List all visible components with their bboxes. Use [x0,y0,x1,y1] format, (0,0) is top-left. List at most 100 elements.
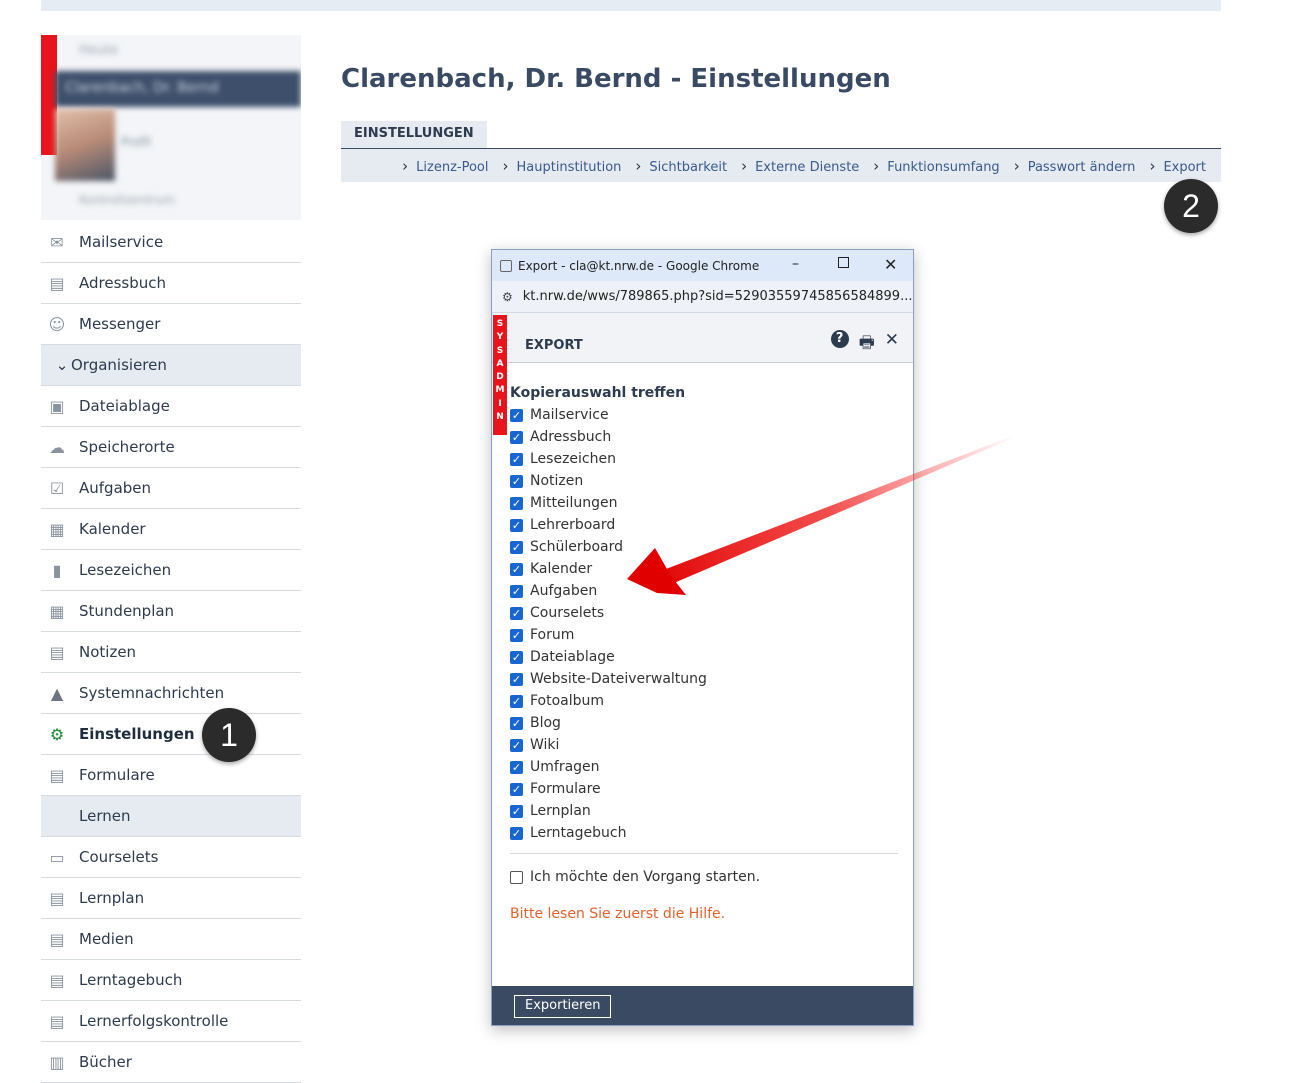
option-checkbox[interactable]: ✓ [510,738,523,752]
tab-einstellungen[interactable]: EINSTELLUNGEN [341,121,487,148]
option-row[interactable]: ✓ Lerntagebuch [510,822,900,844]
sidebar-item-medien[interactable]: ▤ Medien [41,919,301,960]
option-checkbox[interactable]: ✓ [510,804,523,818]
sidebar-item-lernen[interactable]: Lernen [41,796,301,837]
sidebar-item-formulare[interactable]: ▤ Formulare [41,755,301,796]
subnav-link[interactable]: Lizenz-Pool [402,157,488,175]
option-row[interactable]: ✓ Formulare [510,778,900,800]
option-checkbox[interactable]: ✓ [510,606,523,620]
sidebar-item-courselets[interactable]: ▭ Courselets [41,837,301,878]
confirm-checkbox[interactable] [510,870,523,884]
option-row[interactable]: ✓ Lernplan [510,800,900,822]
option-row[interactable]: ✓ Lesezeichen [510,448,900,470]
option-row[interactable]: ✓ Forum [510,624,900,646]
help-hint: Bitte lesen Sie zuerst die Hilfe. [510,906,726,922]
profile-name[interactable]: Clarenbach, Dr. Bernd [55,71,301,107]
option-row[interactable]: ✓ Mailservice [510,404,900,426]
option-checkbox[interactable]: ✓ [510,628,523,642]
popup-titlebar: Export - cla@kt.nrw.de - Google Chrome –… [492,250,913,281]
option-row[interactable]: ✓ Adressbuch [510,426,900,448]
option-checkbox[interactable]: ✓ [510,782,523,796]
option-checkbox[interactable]: ✓ [510,474,523,488]
option-checkbox[interactable]: ✓ [510,540,523,554]
option-checkbox[interactable]: ✓ [510,452,523,466]
subnav-link[interactable]: Hauptinstitution [502,157,621,175]
option-label: Mitteilungen [530,495,618,511]
subnav-link[interactable]: Funktionsumfang [873,157,999,175]
option-checkbox[interactable]: ✓ [510,584,523,598]
option-checkbox[interactable]: ✓ [510,408,523,422]
close-icon[interactable]: ✕ [885,330,899,359]
profile-link[interactable]: Kontrollzentrum [79,193,175,207]
sidebar-item-einstellungen[interactable]: ⚙ Einstellungen [41,714,301,755]
url-text[interactable]: kt.nrw.de/wws/789865.php?sid=52903559745… [523,289,913,304]
option-row[interactable]: ✓ Schülerboard [510,536,900,558]
option-checkbox[interactable]: ✓ [510,518,523,532]
help-icon[interactable]: ? [830,330,849,348]
warning-icon: ▲ [50,683,64,703]
confirm-checkbox-row[interactable]: Ich möchte den Vorgang starten. [510,866,900,888]
sidebar-item-organisieren[interactable]: ⌄ Organisieren [41,345,301,386]
subnav-link[interactable]: Passwort ändern [1014,157,1136,175]
maximize-icon[interactable] [838,257,849,268]
sidebar-item-label: Lernplan [79,889,145,907]
minimize-icon[interactable]: – [792,256,799,272]
option-row[interactable]: ✓ Kalender [510,558,900,580]
sidebar-item-lernerfolgskontrolle[interactable]: ▤ Lernerfolgskontrolle [41,1001,301,1042]
sidebar-item-lerntagebuch[interactable]: ▤ Lerntagebuch [41,960,301,1001]
option-row[interactable]: ✓ Lehrerboard [510,514,900,536]
option-row[interactable]: ✓ Website-Dateiverwaltung [510,668,900,690]
sidebar-item-systemnachrichten[interactable]: ▲ Systemnachrichten [41,673,301,714]
sidebar-item-notizen[interactable]: ▤ Notizen [41,632,301,673]
option-checkbox[interactable]: ✓ [510,430,523,444]
export-button[interactable]: Exportieren [514,995,612,1018]
option-label: Lerntagebuch [530,825,627,841]
option-row[interactable]: ✓ Mitteilungen [510,492,900,514]
option-label: Courselets [530,605,605,621]
sidebar-item-label: Systemnachrichten [79,684,225,702]
sidebar-item-lesezeichen[interactable]: ▮ Lesezeichen [41,550,301,591]
site-settings-icon[interactable]: ⚙ [502,290,513,304]
sidebar-item-kalender[interactable]: ▦ Kalender [41,509,301,550]
option-checkbox[interactable]: ✓ [510,562,523,576]
option-row[interactable]: ✓ Umfragen [510,756,900,778]
sidebar-item-mailservice[interactable]: ✉ Mailservice [41,222,301,263]
option-checkbox[interactable]: ✓ [510,650,523,664]
sidebar-item-stundenplan[interactable]: ▦ Stundenplan [41,591,301,632]
subnav-link[interactable]: Export [1149,157,1206,175]
option-row[interactable]: ✓ Fotoalbum [510,690,900,712]
confirm-label: Ich möchte den Vorgang starten. [530,869,761,885]
address-bar[interactable]: ⚙ kt.nrw.de/wws/789865.php?sid=529035597… [492,281,913,313]
option-row[interactable]: ✓ Dateiablage [510,646,900,668]
profile-status[interactable]: Profil [121,135,151,149]
option-row[interactable]: ✓ Blog [510,712,900,734]
popup-window-title: Export - cla@kt.nrw.de - Google Chrome [518,258,760,273]
sidebar-item-label: Messenger [79,315,161,333]
option-row[interactable]: ✓ Wiki [510,734,900,756]
option-checkbox[interactable]: ✓ [510,716,523,730]
option-label: Blog [530,715,561,731]
sidebar-item-bücher[interactable]: ▥ Bücher [41,1042,301,1083]
option-checkbox[interactable]: ✓ [510,496,523,510]
sidebar-item-speicherorte[interactable]: ☁ Speicherorte [41,427,301,468]
option-checkbox[interactable]: ✓ [510,694,523,708]
subnav-link[interactable]: Sichtbarkeit [635,157,727,175]
sysadmin-letter: A [496,358,504,369]
sidebar-item-lernplan[interactable]: ▤ Lernplan [41,878,301,919]
option-checkbox[interactable]: ✓ [510,760,523,774]
sidebar-item-label: Dateiablage [79,397,170,415]
close-window-icon[interactable]: ✕ [884,255,897,274]
sidebar-item-dateiablage[interactable]: ▣ Dateiablage [41,386,301,427]
option-row[interactable]: ✓ Notizen [510,470,900,492]
sysadmin-letter: S [496,319,504,329]
option-checkbox[interactable]: ✓ [510,826,523,840]
option-checkbox[interactable]: ✓ [510,672,523,686]
subnav-link[interactable]: Externe Dienste [741,157,859,175]
sidebar-item-aufgaben[interactable]: ☑ Aufgaben [41,468,301,509]
sidebar-item-label: Speicherorte [79,438,175,456]
sidebar-item-messenger[interactable]: ☺ Messenger [41,304,301,345]
sidebar-item-adressbuch[interactable]: ▤ Adressbuch [41,263,301,304]
option-row[interactable]: ✓ Aufgaben [510,580,900,602]
option-row[interactable]: ✓ Courselets [510,602,900,624]
print-icon[interactable]: 🖶 [859,330,875,359]
